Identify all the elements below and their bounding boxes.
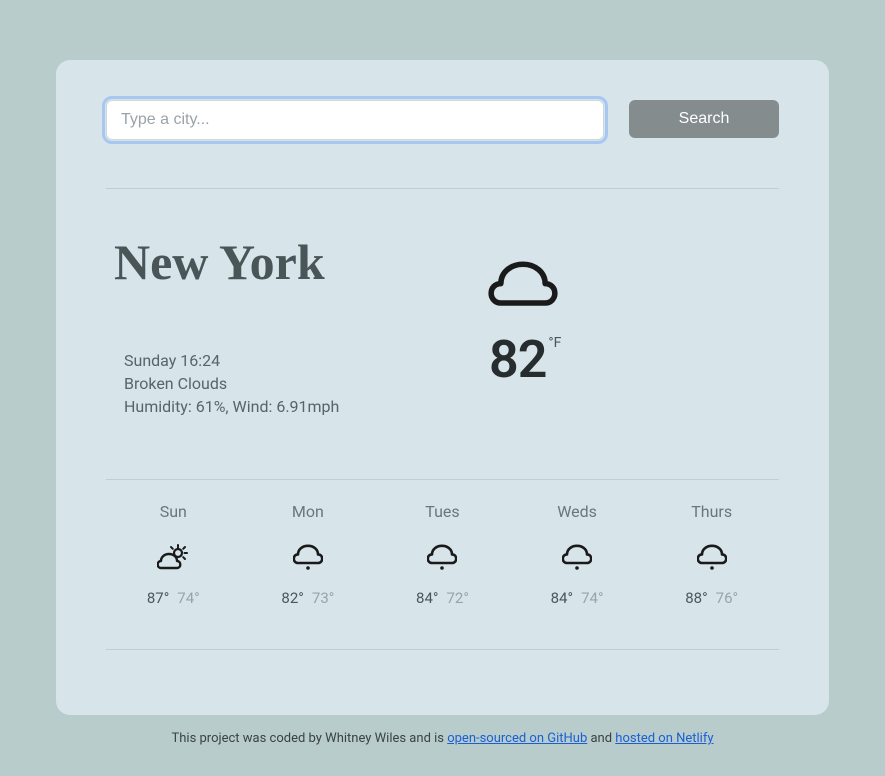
forecast-day: Tues 84° 72° (375, 502, 510, 607)
cloud-rain-icon (644, 539, 779, 575)
forecast-day-label: Tues (375, 502, 510, 521)
forecast-day: Sun 87° 74° (106, 502, 241, 607)
city-name: New York (114, 233, 489, 291)
temp-unit: °F (548, 335, 561, 351)
current-stats: Humidity: 61%, Wind: 6.91mph (124, 395, 489, 418)
partly-cloudy-icon (106, 539, 241, 575)
forecast-hi: 87° (147, 589, 169, 607)
current-condition: Broken Clouds (124, 372, 489, 395)
divider (106, 649, 779, 650)
forecast-lo: 74° (581, 589, 603, 607)
search-row: Search (106, 100, 779, 140)
forecast-day-label: Sun (106, 502, 241, 521)
current-datetime: Sunday 16:24 (124, 349, 489, 372)
forecast-row: Sun 87° 74° Mon 82° 73° Tues 84° 72° Weds 8… (106, 480, 779, 649)
forecast-day-label: Weds (510, 502, 645, 521)
github-link[interactable]: open-sourced on GitHub (447, 731, 587, 746)
cloud-icon (487, 255, 779, 319)
forecast-day: Weds 84° 74° (510, 502, 645, 607)
cloud-rain-icon (375, 539, 510, 575)
cloud-rain-icon (510, 539, 645, 575)
forecast-day: Mon 82° 73° (241, 502, 376, 607)
forecast-lo: 73° (312, 589, 334, 607)
forecast-day-label: Thurs (644, 502, 779, 521)
forecast-lo: 72° (446, 589, 468, 607)
forecast-hi: 88° (685, 589, 707, 607)
footer: This project was coded by Whitney Wiles … (56, 731, 829, 746)
city-search-input[interactable] (106, 100, 604, 140)
forecast-hi: 82° (281, 589, 303, 607)
footer-text: This project was coded by Whitney Wiles … (171, 731, 447, 746)
forecast-hi: 84° (551, 589, 573, 607)
forecast-lo: 74° (177, 589, 199, 607)
forecast-lo: 76° (716, 589, 738, 607)
weather-card: Search New York Sunday 16:24 Broken Clou… (56, 60, 829, 715)
forecast-hi: 84° (416, 589, 438, 607)
current-weather: New York Sunday 16:24 Broken Clouds Humi… (106, 189, 779, 479)
netlify-link[interactable]: hosted on Netlify (615, 731, 713, 746)
footer-text: and (587, 731, 615, 746)
search-button[interactable]: Search (629, 100, 779, 138)
forecast-day: Thurs 88° 76° (644, 502, 779, 607)
current-temp: 82 (489, 329, 546, 390)
forecast-day-label: Mon (241, 502, 376, 521)
cloud-rain-icon (241, 539, 376, 575)
